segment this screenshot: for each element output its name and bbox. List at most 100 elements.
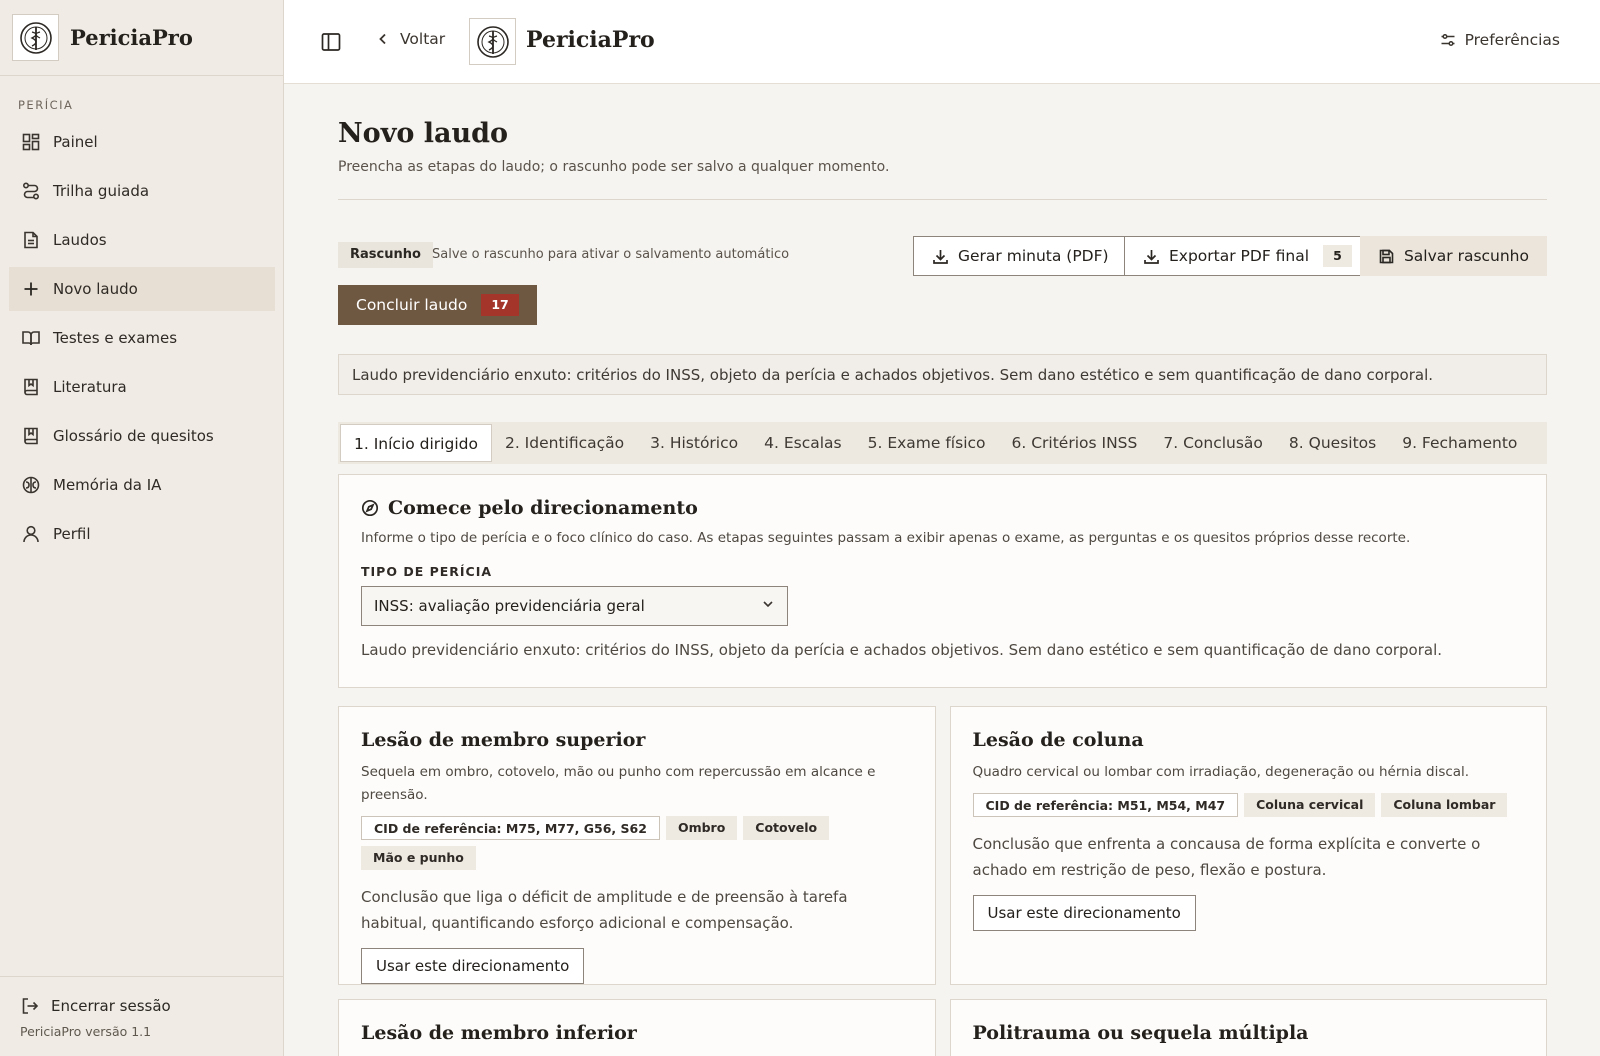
- direction-options-more: Lesão de membro inferior Politrauma ou s…: [338, 999, 1547, 1056]
- tab-inicio-dirigido[interactable]: 1. Início dirigido: [340, 424, 492, 462]
- chip-list: CID de referência: M51, M54, M47 Coluna …: [972, 793, 1525, 817]
- tab-exame-fisico[interactable]: 5. Exame físico: [855, 424, 999, 462]
- export-final-pdf-button[interactable]: Exportar PDF final 5: [1124, 236, 1371, 276]
- status-badge: Rascunho: [338, 242, 433, 268]
- option-title: Lesão de membro inferior: [361, 1022, 637, 1044]
- sidebar-item-novo-laudo[interactable]: Novo laudo: [9, 267, 275, 311]
- page-subtitle: Preencha as etapas do laudo; o rascunho …: [338, 159, 890, 175]
- conclude-report-button[interactable]: Concluir laudo 17: [338, 285, 537, 325]
- sidebar-item-perfil[interactable]: Perfil: [9, 512, 275, 556]
- sidebar-item-label: Painel: [53, 133, 98, 151]
- sidebar-item-label: Laudos: [53, 231, 107, 249]
- chevron-left-icon: [376, 32, 390, 46]
- sidebar-footer: Encerrar sessão PericiaPro versão 1.1: [0, 976, 283, 1056]
- pending-count-badge: 17: [481, 294, 519, 316]
- sidebar-item-literatura[interactable]: Literatura: [9, 365, 275, 409]
- sidebar-item-label: Glossário de quesitos: [53, 427, 214, 445]
- direction-description: Informe o tipo de perícia e o foco clíni…: [361, 530, 1411, 546]
- option-conclusion-text: Conclusão que enfrenta a concausa de for…: [972, 835, 1481, 879]
- tag-chip: Cotovelo: [743, 816, 830, 840]
- sliders-icon: [1440, 32, 1456, 48]
- option-card: Lesão de coluna Quadro cervical ou lomba…: [949, 706, 1547, 985]
- user-icon: [20, 523, 42, 545]
- info-note: Laudo previdenciário enxuto: critérios d…: [338, 354, 1547, 395]
- app-version: PericiaPro versão 1.1: [20, 1024, 152, 1039]
- sidebar-item-label: Novo laudo: [53, 280, 138, 298]
- select-help-text: Laudo previdenciário enxuto: critérios d…: [361, 641, 1443, 659]
- draft-hint: Salve o rascunho para ativar o salvament…: [432, 247, 790, 262]
- plus-icon: [20, 278, 42, 300]
- option-title: Lesão de coluna: [972, 729, 1144, 751]
- dashboard-icon: [20, 131, 42, 153]
- tab-identificacao[interactable]: 2. Identificação: [492, 424, 637, 462]
- option-title: Politrauma ou sequela múltipla: [972, 1022, 1309, 1044]
- sidebar-item-glossario-quesitos[interactable]: Glossário de quesitos: [9, 414, 275, 458]
- tab-fechamento[interactable]: 9. Fechamento: [1389, 424, 1530, 462]
- sidebar-brand[interactable]: PericiaPro: [0, 0, 283, 76]
- direction-options: Lesão de membro superior Sequela em ombr…: [338, 706, 1547, 985]
- direction-title: Comece pelo direcionamento: [388, 497, 698, 519]
- file-icon: [20, 229, 42, 251]
- download-icon: [932, 248, 949, 265]
- caduceus-icon: [476, 25, 509, 58]
- sidebar-section-label: PERÍCIA: [18, 98, 74, 112]
- field-label: TIPO DE PERÍCIA: [361, 564, 493, 579]
- tab-criterios-inss[interactable]: 6. Critérios INSS: [999, 424, 1151, 462]
- generate-draft-pdf-button[interactable]: Gerar minuta (PDF): [913, 236, 1128, 276]
- use-direction-button[interactable]: Usar este direcionamento: [972, 895, 1196, 931]
- page-title: Novo laudo: [338, 118, 509, 149]
- compass-icon: [361, 499, 379, 517]
- step-tabs: 1. Início dirigido 2. Identificação 3. H…: [338, 422, 1547, 464]
- logout-icon: [20, 996, 40, 1016]
- pericia-type-select[interactable]: INSS: avaliação previdenciária geral: [361, 586, 788, 626]
- sidebar: PericiaPro PERÍCIA Painel Trilha guiada …: [0, 0, 284, 1056]
- cid-chip: CID de referência: M75, M77, G56, S62: [361, 816, 660, 840]
- caduceus-icon: [19, 21, 52, 54]
- tab-escalas[interactable]: 4. Escalas: [751, 424, 855, 462]
- cid-chip: CID de referência: M51, M54, M47: [972, 793, 1239, 817]
- save-icon: [1378, 248, 1395, 265]
- option-card: Lesão de membro superior Sequela em ombr…: [338, 706, 936, 985]
- direction-card: Comece pelo direcionamento Informe o tip…: [338, 474, 1547, 688]
- sidebar-item-memoria-ia[interactable]: Memória da IA: [9, 463, 275, 507]
- save-draft-button[interactable]: Salvar rascunho: [1359, 236, 1547, 276]
- back-button[interactable]: Voltar: [376, 30, 445, 48]
- tag-chip: Coluna cervical: [1244, 793, 1376, 817]
- book-bookmark-icon: [20, 376, 42, 398]
- sidebar-toggle-button[interactable]: [320, 31, 342, 53]
- sidebar-item-laudos[interactable]: Laudos: [9, 218, 275, 262]
- topbar-logo[interactable]: [469, 18, 516, 65]
- save-draft-label: Salvar rascunho: [1403, 247, 1529, 265]
- option-description: Quadro cervical ou lombar com irradiação…: [972, 764, 1470, 780]
- tab-historico[interactable]: 3. Histórico: [637, 424, 751, 462]
- use-direction-button[interactable]: Usar este direcionamento: [361, 948, 585, 984]
- pending-count-badge: 5: [1323, 245, 1352, 267]
- generate-draft-pdf-label: Gerar minuta (PDF): [958, 247, 1109, 265]
- preferences-label: Preferências: [1464, 31, 1560, 49]
- sidebar-item-trilha-guiada[interactable]: Trilha guiada: [9, 169, 275, 213]
- tag-chip: Coluna lombar: [1381, 793, 1508, 817]
- main-content: Novo laudo Preencha as etapas do laudo; …: [338, 84, 1547, 1056]
- sidebar-item-painel[interactable]: Painel: [9, 120, 275, 164]
- option-card: Politrauma ou sequela múltipla: [949, 999, 1547, 1056]
- book-bookmark-icon: [20, 425, 42, 447]
- option-description: Sequela em ombro, cotovelo, mão ou punho…: [361, 764, 876, 803]
- option-conclusion-text: Conclusão que liga o déficit de amplitud…: [361, 888, 848, 932]
- sidebar-item-label: Trilha guiada: [53, 182, 150, 200]
- chip-list: CID de referência: M75, M77, G56, S62 Om…: [361, 816, 913, 870]
- option-title: Lesão de membro superior: [361, 729, 646, 751]
- brain-icon: [20, 474, 42, 496]
- tag-chip: Mão e punho: [361, 846, 476, 870]
- book-icon: [20, 327, 42, 349]
- sidebar-item-label: Literatura: [53, 378, 127, 396]
- logout-label: Encerrar sessão: [51, 997, 171, 1015]
- tab-conclusao[interactable]: 7. Conclusão: [1150, 424, 1276, 462]
- sidebar-item-label: Testes e exames: [53, 329, 178, 347]
- chevron-down-icon: [761, 597, 775, 615]
- sidebar-toggle-icon: [321, 33, 341, 51]
- logout-button[interactable]: Encerrar sessão: [0, 977, 283, 1016]
- tab-quesitos[interactable]: 8. Quesitos: [1276, 424, 1389, 462]
- preferences-button[interactable]: Preferências: [1440, 31, 1560, 49]
- option-card: Lesão de membro inferior: [338, 999, 936, 1056]
- sidebar-item-testes-exames[interactable]: Testes e exames: [9, 316, 275, 360]
